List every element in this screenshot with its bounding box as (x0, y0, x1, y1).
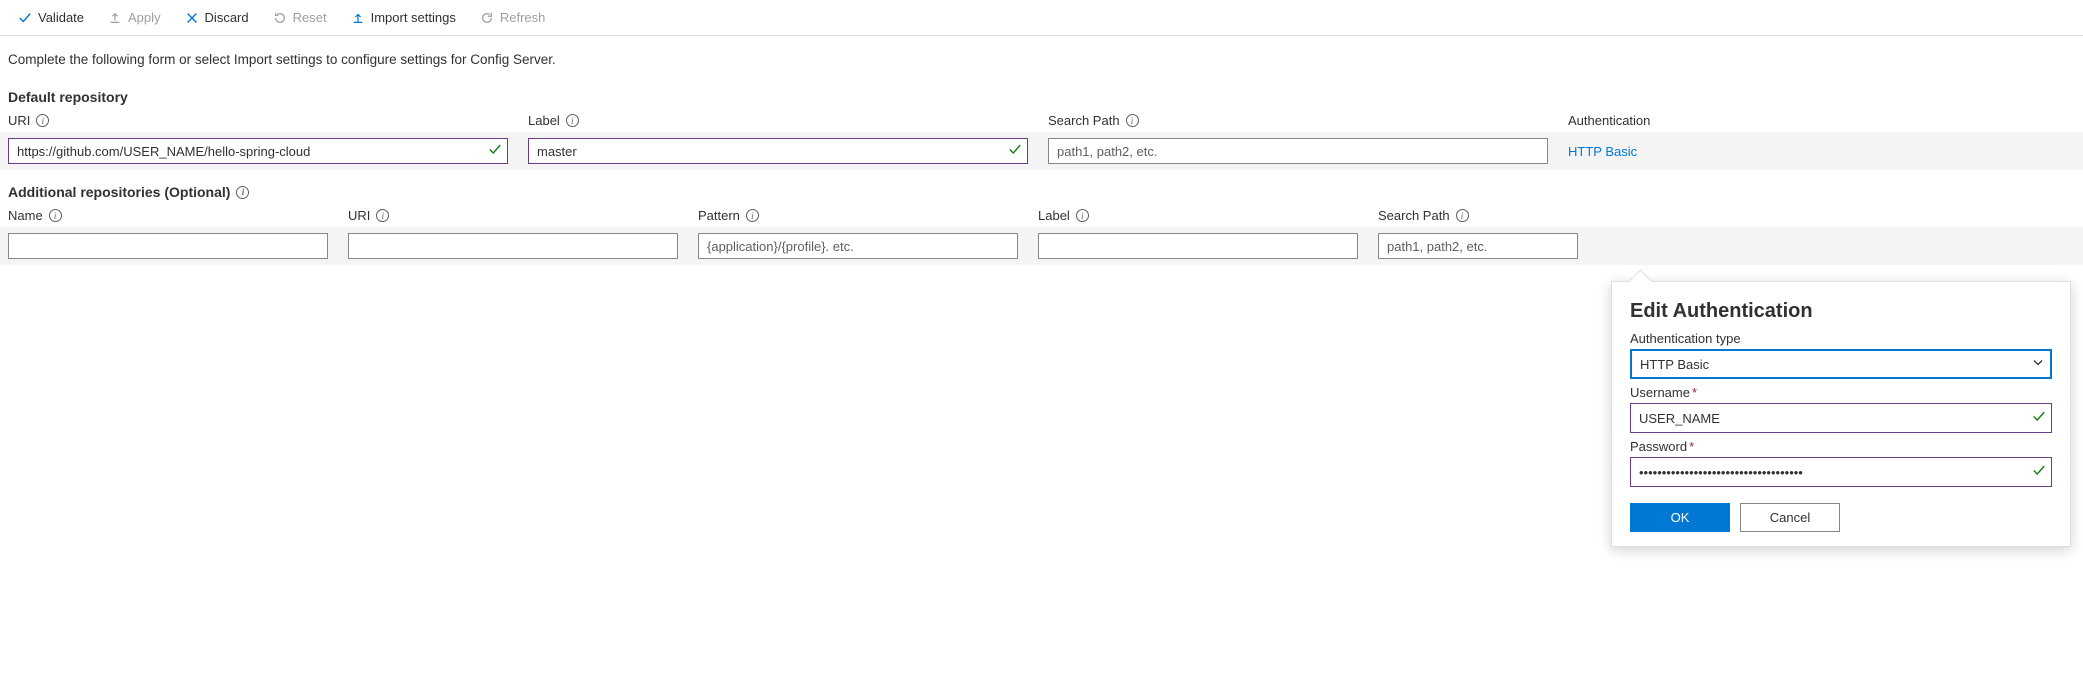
reset-button[interactable]: Reset (263, 4, 337, 31)
import-icon (351, 11, 365, 25)
ok-button[interactable]: OK (1630, 503, 1730, 532)
username-input[interactable] (1630, 403, 2052, 433)
header-name: Name (8, 208, 43, 223)
default-repo-title: Default repository (0, 75, 2083, 109)
additional-title-text: Additional repositories (Optional) (8, 184, 230, 200)
header-auth: Authentication (1568, 113, 1650, 128)
reset-label: Reset (293, 10, 327, 25)
info-icon[interactable]: i (1456, 209, 1469, 222)
password-input[interactable] (1630, 457, 2052, 487)
password-label: Password* (1630, 439, 2052, 454)
validate-button[interactable]: Validate (8, 4, 94, 31)
reset-icon (273, 11, 287, 25)
intro-text: Complete the following form or select Im… (0, 36, 2083, 75)
import-settings-button[interactable]: Import settings (341, 4, 466, 31)
add-search-input[interactable] (1378, 233, 1578, 259)
add-name-input[interactable] (8, 233, 328, 259)
validate-label: Validate (38, 10, 84, 25)
info-icon[interactable]: i (1076, 209, 1089, 222)
header-uri: URI (348, 208, 370, 223)
add-uri-input[interactable] (348, 233, 678, 259)
header-pattern: Pattern (698, 208, 740, 223)
auth-link[interactable]: HTTP Basic (1568, 144, 1637, 159)
edit-auth-popover: Edit Authentication Authentication type … (1611, 281, 2071, 547)
add-label-input[interactable] (1038, 233, 1358, 259)
auth-type-label: Authentication type (1630, 331, 2052, 346)
header-search: Search Path (1048, 113, 1120, 128)
additional-repos-title: Additional repositories (Optional) i (0, 170, 2083, 204)
cancel-button[interactable]: Cancel (1740, 503, 1840, 532)
add-pattern-input[interactable] (698, 233, 1018, 259)
check-icon (18, 11, 32, 25)
default-repo-headers: URI i Label i Search Path i Authenticati… (0, 109, 2083, 132)
import-label: Import settings (371, 10, 456, 25)
info-icon[interactable]: i (1126, 114, 1139, 127)
popover-title: Edit Authentication (1630, 300, 2052, 323)
discard-label: Discard (205, 10, 249, 25)
info-icon[interactable]: i (376, 209, 389, 222)
close-icon (185, 11, 199, 25)
label-input[interactable] (528, 138, 1028, 164)
header-search: Search Path (1378, 208, 1450, 223)
upload-icon (108, 11, 122, 25)
required-indicator: * (1692, 385, 1697, 400)
refresh-icon (480, 11, 494, 25)
password-label-text: Password (1630, 439, 1687, 454)
info-icon[interactable]: i (236, 186, 249, 199)
refresh-button[interactable]: Refresh (470, 4, 556, 31)
info-icon[interactable]: i (36, 114, 49, 127)
required-indicator: * (1689, 439, 1694, 454)
auth-type-select[interactable] (1630, 349, 2052, 379)
default-repo-row: HTTP Basic (0, 132, 2083, 170)
search-path-input[interactable] (1048, 138, 1548, 164)
additional-repo-row (0, 227, 2083, 265)
toolbar: Validate Apply Discard Reset Import sett… (0, 0, 2083, 36)
apply-label: Apply (128, 10, 161, 25)
header-label: Label (528, 113, 560, 128)
info-icon[interactable]: i (566, 114, 579, 127)
username-label-text: Username (1630, 385, 1690, 400)
header-label: Label (1038, 208, 1070, 223)
header-uri: URI (8, 113, 30, 128)
discard-button[interactable]: Discard (175, 4, 259, 31)
refresh-label: Refresh (500, 10, 546, 25)
username-label: Username* (1630, 385, 2052, 400)
info-icon[interactable]: i (746, 209, 759, 222)
additional-headers: Name i URI i Pattern i Label i Search Pa… (0, 204, 2083, 227)
apply-button[interactable]: Apply (98, 4, 171, 31)
info-icon[interactable]: i (49, 209, 62, 222)
uri-input[interactable] (8, 138, 508, 164)
